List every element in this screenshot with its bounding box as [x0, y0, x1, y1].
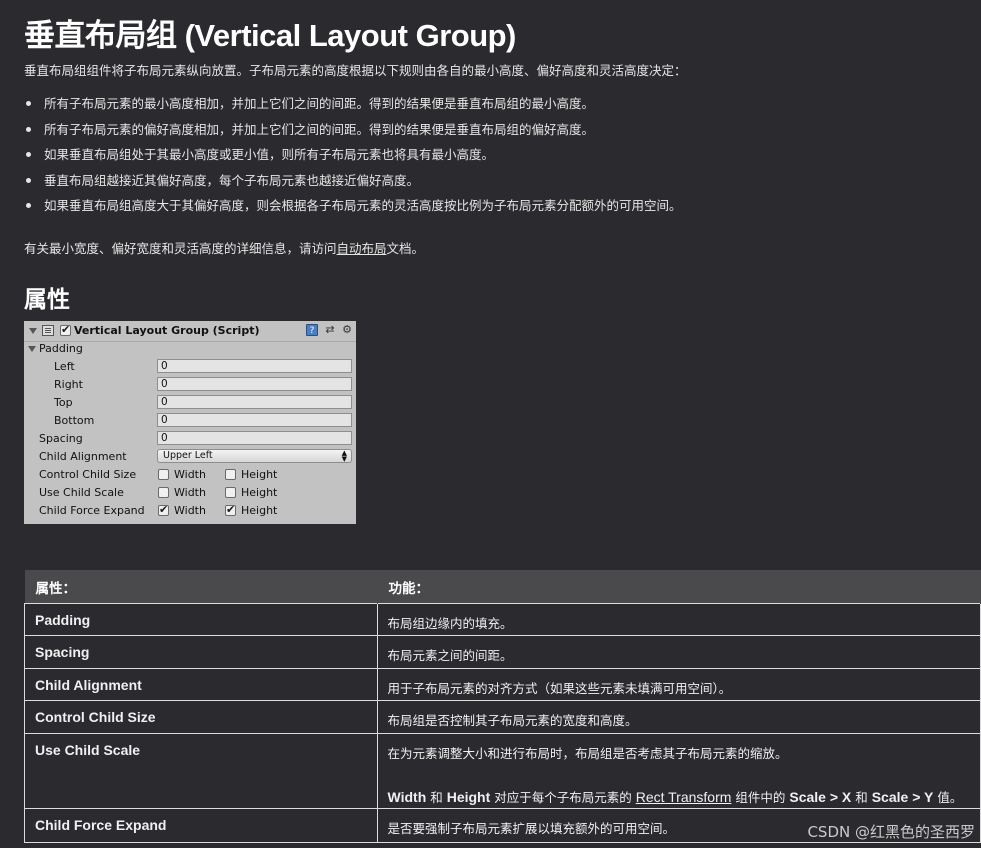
foldout-arrow-icon[interactable]	[29, 328, 37, 334]
column-header-function: 功能：	[377, 570, 981, 604]
property-name: Child Alignment	[24, 668, 378, 701]
component-enabled-checkbox[interactable]	[60, 323, 71, 336]
bottom-label: Bottom	[54, 414, 95, 427]
property-desc: 在为元素调整大小和进行布局时，布局组是否考虑其子布局元素的缩放。 Width 和…	[376, 733, 981, 809]
properties-heading: 属性	[24, 287, 70, 313]
bullet-icon	[26, 203, 31, 208]
height-label: Height	[241, 486, 278, 499]
child-force-expand-width-checkbox[interactable]	[158, 503, 169, 516]
table-row: Use Child Scale 在为元素调整大小和进行布局时，布局组是否考虑其子…	[24, 733, 981, 809]
child-alignment-select[interactable]: Upper Left ▲ ▼	[157, 449, 352, 463]
property-name: Padding	[24, 603, 378, 636]
bullet-icon	[26, 152, 31, 157]
inspector-panel: Vertical Layout Group (Script) ? ⇄ ⚙ Pad…	[24, 321, 356, 524]
right-field[interactable]: 0	[157, 377, 352, 391]
list-item: 所有子布局元素的最小高度相加，并加上它们之间的间距。得到的结果便是垂直布局组的最…	[24, 94, 682, 120]
list-item: 如果垂直布局组处于其最小高度或更小值，则所有子布局元素也将具有最小高度。	[24, 145, 682, 171]
property-name: Control Child Size	[24, 700, 378, 734]
documentation-page: 垂直布局组 (Vertical Layout Group) 垂直布局组组件将子布…	[0, 0, 981, 848]
width-label: Width	[174, 468, 206, 481]
scale-note: Width 和 Height 对应于每个子布局元素的 Rect Transfor…	[387, 789, 963, 805]
table-row: Child Alignment 用于子布局元素的对齐方式（如果这些元素未填满可用…	[24, 668, 981, 701]
table-row: Padding 布局组边缘内的填充。	[24, 603, 981, 636]
property-name: Use Child Scale	[24, 733, 378, 809]
padding-label: Padding	[39, 342, 83, 355]
rules-list: 所有子布局元素的最小高度相加，并加上它们之间的间距。得到的结果便是垂直布局组的最…	[24, 94, 682, 222]
child-alignment-label: Child Alignment	[39, 450, 127, 463]
table-row: Control Child Size 布局组是否控制其子布局元素的宽度和高度。	[24, 700, 981, 734]
page-title: 垂直布局组 (Vertical Layout Group)	[24, 18, 516, 53]
watermark: CSDN @红黑色的圣西罗	[807, 823, 975, 841]
bullet-icon	[26, 126, 31, 132]
more-info-text: 有关最小宽度、偏好宽度和灵活高度的详细信息，请访问自动布局文档。	[24, 241, 425, 256]
child-force-expand-label: Child Force Expand	[39, 504, 145, 517]
property-desc: 用于子布局元素的对齐方式（如果这些元素未填满可用空间）。	[376, 668, 981, 701]
width-label: Width	[174, 504, 206, 517]
bullet-icon	[26, 177, 31, 183]
spacing-field[interactable]: 0	[157, 431, 352, 445]
component-icon	[42, 325, 54, 336]
property-desc: 布局组是否控制其子布局元素的宽度和高度。	[376, 700, 981, 734]
control-child-size-width-checkbox[interactable]	[158, 469, 169, 480]
use-child-scale-width-checkbox[interactable]	[158, 487, 169, 498]
list-item: 如果垂直布局组高度大于其偏好高度，则会根据各子布局元素的灵活高度按比例为子布局元…	[24, 196, 682, 222]
spacing-label: Spacing	[39, 432, 83, 445]
left-field[interactable]: 0	[157, 359, 352, 373]
component-title: Vertical Layout Group (Script)	[74, 324, 260, 337]
property-desc: 布局组边缘内的填充。	[376, 603, 981, 636]
control-child-size-height-checkbox[interactable]	[225, 469, 236, 480]
padding-foldout-icon[interactable]	[28, 346, 36, 352]
left-label: Left	[54, 360, 75, 373]
control-child-size-label: Control Child Size	[39, 468, 137, 481]
help-book-icon[interactable]: ?	[306, 324, 318, 336]
intro-text: 垂直布局组组件将子布局元素纵向放置。子布局元素的高度根据以下规则由各自的最小高度…	[24, 63, 687, 78]
top-label: Top	[54, 396, 73, 409]
property-name: Spacing	[24, 635, 378, 669]
preset-icon[interactable]: ⇄	[324, 324, 336, 336]
table-header-row: 属性： 功能：	[24, 570, 981, 604]
list-item: 所有子布局元素的偏好高度相加，并加上它们之间的间距。得到的结果便是垂直布局组的偏…	[24, 120, 682, 146]
component-header: Vertical Layout Group (Script) ? ⇄ ⚙	[24, 321, 356, 342]
auto-layout-link[interactable]: 自动布局	[337, 241, 387, 256]
height-label: Height	[241, 504, 278, 517]
select-arrows-icon: ▲ ▼	[341, 449, 347, 463]
height-label: Height	[241, 468, 278, 481]
bullet-icon	[26, 101, 31, 106]
use-child-scale-height-checkbox[interactable]	[225, 487, 236, 498]
column-header-property: 属性：	[24, 570, 378, 604]
property-name: Child Force Expand	[24, 808, 378, 843]
list-item: 垂直布局组越接近其偏好高度，每个子布局元素也越接近偏好高度。	[24, 171, 682, 197]
child-force-expand-height-checkbox[interactable]	[225, 503, 236, 516]
settings-gear-icon[interactable]: ⚙	[341, 324, 353, 336]
width-label: Width	[174, 486, 206, 499]
table-row: Spacing 布局元素之间的间距。	[24, 635, 981, 669]
right-label: Right	[54, 378, 83, 391]
properties-table: 属性： 功能： Padding 布局组边缘内的填充。 Spacing 布局元素之…	[24, 570, 981, 843]
rect-transform-link[interactable]: Rect Transform	[636, 789, 732, 805]
use-child-scale-label: Use Child Scale	[39, 486, 124, 499]
property-desc: 布局元素之间的间距。	[376, 635, 981, 669]
top-field[interactable]: 0	[157, 395, 352, 409]
bottom-field[interactable]: 0	[157, 413, 352, 427]
